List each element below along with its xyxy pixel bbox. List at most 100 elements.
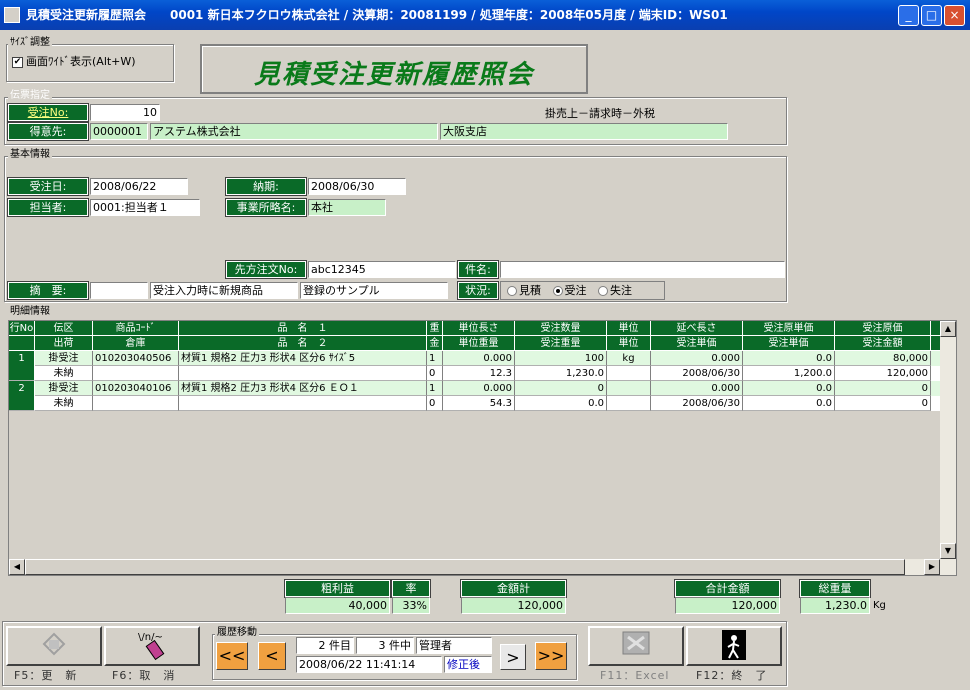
history-user: 管理者 bbox=[416, 637, 492, 654]
next-record-button[interactable]: > bbox=[500, 644, 526, 670]
excel-icon bbox=[622, 631, 650, 655]
window-title: 見積受注更新履歴照会 0001 新日本フクロウ株式会社 / 決算期：200811… bbox=[26, 8, 728, 22]
scroll-left-icon[interactable]: ◀ bbox=[9, 559, 25, 575]
status-radio-estimate[interactable]: 見積 bbox=[507, 284, 541, 297]
subject-field[interactable] bbox=[500, 261, 785, 278]
screen-title: 見積受注更新履歴照会 bbox=[253, 60, 534, 90]
f11-caption: F11：Excel bbox=[600, 669, 670, 682]
customer-label: 得意先: bbox=[7, 122, 89, 141]
grand-total-field: 120,000 bbox=[675, 597, 780, 614]
update-icon bbox=[42, 632, 66, 656]
order-no-field[interactable]: 10 bbox=[90, 104, 160, 121]
branch-field: 大阪支店 bbox=[440, 123, 728, 140]
scroll-right-icon[interactable]: ▶ bbox=[924, 559, 940, 575]
exit-icon bbox=[722, 630, 746, 660]
customer-name-field: アステム株式会社 bbox=[150, 123, 438, 140]
scroll-up-icon[interactable]: ▲ bbox=[940, 321, 956, 337]
cell-warehouse bbox=[93, 366, 179, 381]
order-no-label: 受注No: bbox=[7, 103, 89, 122]
memo-label: 摘 要: bbox=[7, 281, 89, 300]
order-date-field[interactable]: 2008/06/22 bbox=[90, 178, 188, 195]
cell-qty-weight: 0.0 bbox=[515, 396, 607, 411]
col-header: 単位重量 bbox=[443, 336, 515, 351]
col-header: 受注単価 bbox=[651, 336, 743, 351]
memo1-field[interactable]: 受注入力時に新規商品 bbox=[150, 282, 298, 299]
cell-unit: kg bbox=[607, 351, 651, 366]
col-header: 品 名 １ bbox=[179, 321, 427, 336]
cell-type: 掛受注 bbox=[35, 351, 93, 366]
f5-update-button[interactable] bbox=[6, 626, 102, 666]
last-record-button[interactable]: >> bbox=[535, 642, 567, 670]
horizontal-scrollbar[interactable]: ◀ ▶ bbox=[9, 559, 940, 575]
title-bar: 見積受注更新履歴照会 0001 新日本フクロウ株式会社 / 決算期：200811… bbox=[0, 0, 970, 30]
cell-code: 010203040506 bbox=[93, 351, 179, 366]
cell-name2 bbox=[179, 366, 427, 381]
f6-cancel-button[interactable]: \/n/~ bbox=[104, 626, 200, 666]
radio-icon bbox=[552, 286, 563, 296]
col-header: 伝区 bbox=[35, 321, 93, 336]
status-label: 状況: bbox=[457, 281, 499, 300]
col-header: 重 bbox=[427, 321, 443, 336]
f11-excel-button[interactable] bbox=[588, 626, 684, 666]
status-radio-lost[interactable]: 失注 bbox=[598, 284, 632, 297]
checkbox-mark: ✔ bbox=[12, 56, 23, 68]
cell-qty-weight: 1,230.0 bbox=[515, 366, 607, 381]
vertical-scrollbar[interactable]: ▲ ▼ bbox=[940, 321, 956, 575]
cell-cost-unit: 0.0 bbox=[743, 381, 835, 396]
cell-total-length: 0.000 bbox=[651, 351, 743, 366]
cell-unit2 bbox=[607, 366, 651, 381]
status-radio-order[interactable]: 受注 bbox=[552, 284, 587, 297]
rate-label: 率 bbox=[391, 579, 431, 598]
memo-code-field[interactable] bbox=[90, 282, 148, 299]
minimize-button[interactable]: _ bbox=[898, 5, 919, 26]
cell-w1: 1 bbox=[427, 381, 443, 396]
delivery-label: 納期: bbox=[225, 177, 307, 196]
row-number[interactable]: 2 bbox=[9, 381, 35, 411]
col-header: 延べ長さ bbox=[651, 321, 743, 336]
staff-field[interactable]: 0001:担当者１ bbox=[90, 199, 200, 216]
scroll-thumb[interactable] bbox=[25, 559, 905, 575]
cell-ship: 未納 bbox=[35, 366, 93, 381]
cell-total-length: 0.000 bbox=[651, 381, 743, 396]
wide-display-checkbox[interactable]: ✔ 画面ﾜｲﾄﾞ表示(Alt+W) bbox=[12, 53, 136, 69]
scroll-down-icon[interactable]: ▼ bbox=[940, 543, 956, 559]
delivery-field[interactable]: 2008/06/30 bbox=[308, 178, 406, 195]
cell-w1: 1 bbox=[427, 351, 443, 366]
detail-grid[interactable]: 行No 伝区 商品ｺｰﾄﾞ 品 名 １ 重 単位長さ 受注数量 単位 延べ長さ … bbox=[8, 320, 957, 576]
col-header: 商品ｺｰﾄﾞ bbox=[93, 321, 179, 336]
po-field[interactable]: abc12345 bbox=[308, 261, 456, 278]
col-header: 受注数量 bbox=[515, 321, 607, 336]
weight-field: 1,230.0 bbox=[800, 597, 870, 614]
customer-code-field[interactable]: 0000001 bbox=[90, 123, 148, 140]
cell-unit bbox=[607, 381, 651, 396]
cell-cost-unit: 0.0 bbox=[743, 351, 835, 366]
cell-price-date: 2008/06/30 bbox=[651, 396, 743, 411]
col-header: 出荷 bbox=[35, 336, 93, 351]
f5-caption: F5：更 新 bbox=[14, 669, 78, 682]
col-header: 受注原単価 bbox=[743, 321, 835, 336]
f6-caption: F6：取 消 bbox=[112, 669, 176, 682]
po-label: 先方注文No: bbox=[225, 260, 307, 279]
f12-caption: F12：終 了 bbox=[696, 669, 768, 682]
cell-cost: 0 bbox=[835, 381, 931, 396]
office-label: 事業所略名: bbox=[225, 198, 307, 217]
detail-group-label: 明細情報 bbox=[8, 306, 52, 318]
row-number[interactable]: 1 bbox=[9, 351, 35, 381]
cell-amount: 0 bbox=[835, 396, 931, 411]
f12-exit-button[interactable] bbox=[686, 626, 782, 666]
cell-ship: 未納 bbox=[35, 396, 93, 411]
first-record-button[interactable]: << bbox=[216, 642, 248, 670]
maximize-button[interactable]: □ bbox=[921, 5, 942, 26]
profit-field: 40,000 bbox=[285, 597, 390, 614]
cell-unit-length: 0.000 bbox=[443, 381, 515, 396]
prev-record-button[interactable]: < bbox=[258, 642, 286, 670]
memo2-field[interactable]: 登録のサンプル bbox=[300, 282, 448, 299]
col-header: 金 bbox=[427, 336, 443, 351]
history-label: 履歴移動 bbox=[215, 627, 259, 639]
col-header bbox=[9, 336, 35, 351]
cell-w2: 0 bbox=[427, 396, 443, 411]
cell-unit-weight: 54.3 bbox=[443, 396, 515, 411]
size-group-label: ｻｲｽﾞ調整 bbox=[8, 37, 52, 49]
col-header: 単位 bbox=[607, 321, 651, 336]
close-button[interactable]: × bbox=[944, 5, 965, 26]
